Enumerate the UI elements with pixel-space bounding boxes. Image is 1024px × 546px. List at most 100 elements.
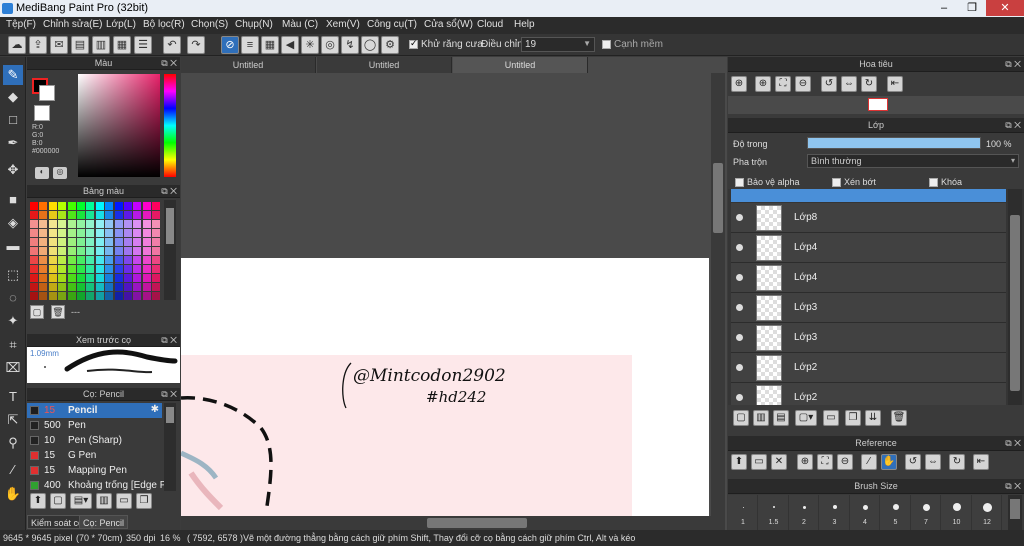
background-color-swatch[interactable] — [39, 85, 55, 101]
palette-swatch[interactable] — [95, 202, 104, 210]
palette-swatch[interactable] — [48, 256, 57, 264]
panel-close-icon[interactable]: ⧉ ✕ — [161, 185, 177, 198]
doc-tab-3[interactable]: Untitled — [453, 57, 588, 73]
canvas-paper[interactable]: @Mintcodon2902 #hd242 — [181, 258, 709, 516]
palette-swatch[interactable] — [124, 211, 132, 219]
palette-swatch[interactable] — [133, 256, 142, 264]
palette-swatch[interactable] — [39, 283, 48, 291]
palette-swatch[interactable] — [124, 247, 132, 255]
palette-swatch[interactable] — [105, 220, 114, 228]
palette-swatch[interactable] — [124, 229, 132, 237]
lock-checkbox[interactable] — [929, 178, 938, 187]
eye-icon[interactable] — [736, 274, 743, 281]
parallel-snap-icon[interactable]: ≡ — [241, 36, 259, 54]
new-brush-icon[interactable]: ▢ — [50, 493, 66, 509]
palette-swatch[interactable] — [133, 238, 142, 246]
palette-swatch[interactable] — [105, 247, 114, 255]
brush-size-cell[interactable]: 3 — [820, 495, 850, 530]
move-tool-icon[interactable]: ✥ — [3, 160, 23, 180]
palette-swatch[interactable] — [142, 265, 151, 273]
palette-scrollbar[interactable] — [164, 200, 176, 300]
palette-swatch[interactable] — [39, 256, 48, 264]
palette-swatch[interactable] — [67, 220, 76, 228]
menu-window[interactable]: Cửa sổ(W) — [424, 19, 473, 30]
lasso-tool-icon[interactable]: ◌ — [3, 288, 23, 308]
palette-swatch[interactable] — [105, 211, 114, 219]
palette-swatch[interactable] — [67, 202, 76, 210]
palette-swatch[interactable] — [133, 292, 142, 300]
palette-swatch[interactable] — [95, 211, 104, 219]
palette-swatch[interactable] — [48, 220, 57, 228]
duplicate-layer-icon[interactable]: ❐ — [845, 410, 861, 426]
palette-swatch[interactable] — [77, 238, 85, 246]
palette-swatch[interactable] — [58, 265, 67, 273]
palette-swatch[interactable] — [114, 202, 123, 210]
fine-edge-checkbox[interactable] — [602, 40, 611, 49]
close-icon[interactable]: ✕ — [771, 454, 787, 470]
menu-file[interactable]: Tệp(F) — [6, 19, 36, 30]
zoom-in-alt-icon[interactable]: ⊕ — [755, 76, 771, 92]
operation-tool-icon[interactable]: ⇱ — [3, 410, 23, 430]
menu-edit[interactable]: Chỉnh sửa(E) — [43, 19, 103, 30]
palette-swatch[interactable] — [124, 292, 132, 300]
brush-item-pencil[interactable]: 15 Pencil ✱ — [27, 403, 162, 418]
palette-swatch[interactable] — [67, 283, 76, 291]
navigator-preview[interactable] — [728, 96, 1024, 114]
eye-icon[interactable] — [736, 304, 743, 311]
palette-swatch[interactable] — [48, 265, 57, 273]
brush-item-pen[interactable]: 500 Pen — [27, 418, 162, 433]
layer-row[interactable]: Lớp4 — [731, 233, 1006, 263]
eye-icon[interactable] — [736, 364, 743, 371]
reset-icon[interactable]: ⇤ — [973, 454, 989, 470]
palette-swatch[interactable] — [77, 220, 85, 228]
folder-icon[interactable]: ▭ — [116, 493, 132, 509]
menu-layer[interactable]: Lớp(L) — [106, 19, 136, 30]
palette-swatch[interactable] — [48, 229, 57, 237]
palette-swatch[interactable] — [58, 202, 67, 210]
brush-size-cell[interactable]: 1.5 — [759, 495, 789, 530]
brush-item-g-pen[interactable]: 15 G Pen — [27, 448, 162, 463]
palette-swatch[interactable] — [152, 247, 161, 255]
palette-swatch[interactable] — [39, 265, 48, 273]
palette-swatch[interactable] — [142, 229, 151, 237]
palette-swatch[interactable] — [67, 265, 76, 273]
magic-wand-tool-icon[interactable]: ✦ — [3, 311, 23, 331]
crosshair-snap-icon[interactable]: ▦ — [261, 36, 279, 54]
upload-icon[interactable]: ⬆ — [731, 454, 747, 470]
hand-tool-icon[interactable]: ✋ — [3, 484, 23, 504]
brush-size-cell[interactable]: 4 — [850, 495, 880, 530]
palette-swatch[interactable] — [133, 283, 142, 291]
palette-swatch[interactable] — [142, 247, 151, 255]
palette-swatch[interactable] — [152, 256, 161, 264]
palette-swatch[interactable] — [95, 256, 104, 264]
palette-swatch[interactable] — [77, 202, 85, 210]
antialias-checkbox[interactable] — [409, 38, 418, 49]
brush-size-cell[interactable]: 1 — [728, 495, 758, 530]
rect-select-tool-icon[interactable]: □ — [3, 110, 23, 130]
copy-layer-icon[interactable]: ▤ — [773, 410, 789, 426]
layer-scrollbar[interactable] — [1008, 189, 1022, 405]
palette-swatch[interactable] — [86, 211, 95, 219]
palette-swatch[interactable] — [124, 202, 132, 210]
palette-swatch[interactable] — [105, 265, 114, 273]
palette-swatch[interactable] — [77, 265, 85, 273]
palette-swatch[interactable] — [77, 211, 85, 219]
palette-swatch[interactable] — [86, 256, 95, 264]
palette-swatch[interactable] — [152, 229, 161, 237]
trash-icon[interactable]: 🗑 — [891, 410, 907, 426]
brush-scrollbar[interactable] — [164, 403, 176, 491]
palette-swatch[interactable] — [77, 229, 85, 237]
brush-item-mapping-pen[interactable]: 15 Mapping Pen — [27, 463, 162, 478]
palette-swatch[interactable] — [58, 274, 67, 282]
palette-swatch[interactable] — [39, 211, 48, 219]
palette-swatch[interactable] — [30, 265, 38, 273]
palette-swatch[interactable] — [114, 220, 123, 228]
circle-snap-icon[interactable]: ◎ — [321, 36, 339, 54]
palette-swatch[interactable] — [114, 211, 123, 219]
tab-brush-pencil[interactable]: Cọ: Pencil — [79, 515, 129, 529]
add-brush-icon[interactable]: ⬆ — [30, 493, 46, 509]
brush-tool-icon[interactable]: ✎ — [3, 65, 23, 85]
transparent-swatch[interactable] — [34, 105, 50, 121]
palette-swatch[interactable] — [67, 256, 76, 264]
fit-icon[interactable]: ⛶ — [775, 76, 791, 92]
